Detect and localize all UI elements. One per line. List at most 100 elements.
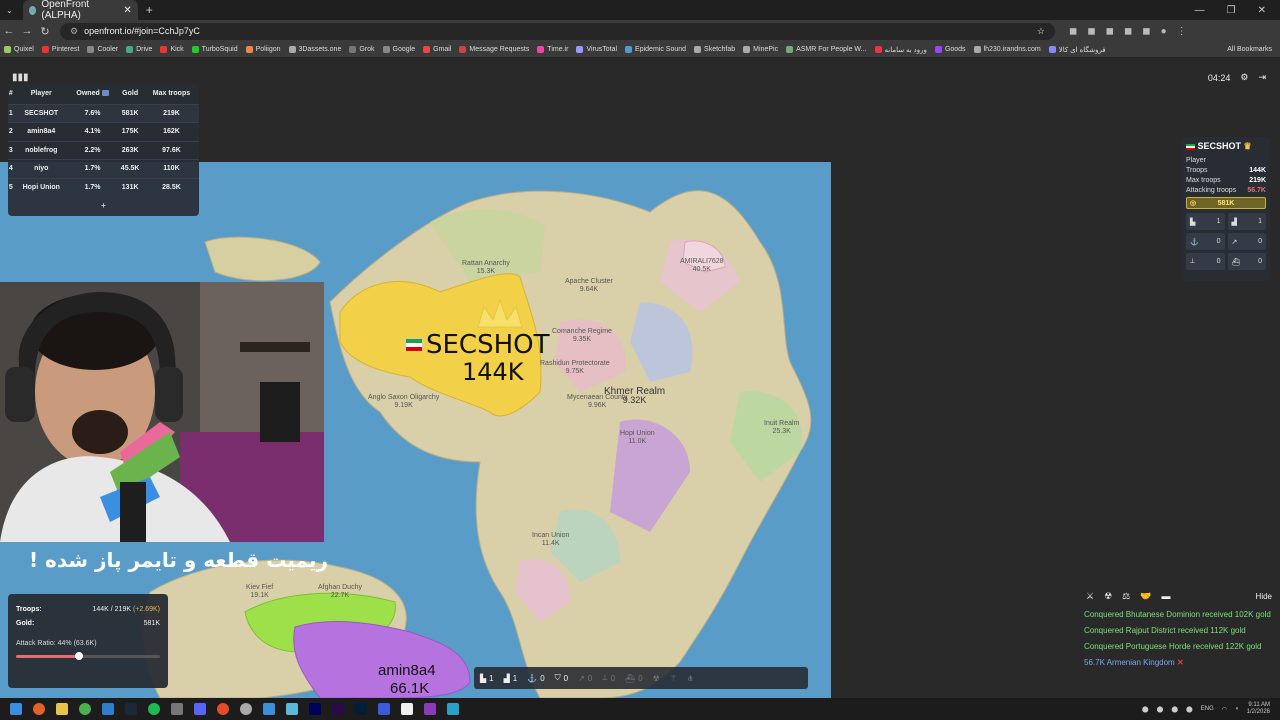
bookmark-item[interactable]: Epidemic Sound <box>625 46 686 53</box>
tray-icon[interactable]: ⬤ <box>1142 706 1149 713</box>
app-icon[interactable] <box>378 703 390 715</box>
reload-button[interactable]: ↻ <box>36 25 54 38</box>
close-window-button[interactable]: ✕ <box>1258 5 1266 16</box>
search-icon[interactable] <box>33 703 45 715</box>
volume-icon[interactable]: ◖ <box>1235 706 1239 712</box>
close-tab-icon[interactable]: ✕ <box>123 5 131 16</box>
mirv-icon[interactable]: ⋔ <box>687 674 694 683</box>
maximize-button[interactable]: ❐ <box>1227 5 1236 16</box>
bookmark-item[interactable]: 3Dassets.one <box>288 46 341 53</box>
region-label[interactable]: Incan Union 11.4K <box>532 532 569 548</box>
region-label[interactable]: Anglo Saxon Oligarchy 9.19K <box>368 394 439 410</box>
keyboard-language[interactable]: ENG <box>1201 706 1214 712</box>
extension-icon[interactable]: ◼ <box>1106 26 1114 37</box>
browser-tab[interactable]: OpenFront (ALPHA) ✕ <box>22 0 138 21</box>
bookmark-item[interactable]: Goods <box>934 46 966 53</box>
region-label[interactable]: AMIRALI7628 40.5K <box>680 258 724 274</box>
app-icon[interactable] <box>263 703 275 715</box>
bookmark-item[interactable]: Message Requests <box>459 46 529 53</box>
bookmark-item[interactable]: Poliigon <box>245 46 281 53</box>
build-port-button[interactable]: ⚓ 0 <box>527 674 544 683</box>
build-warship-button[interactable]: ⛴ 0 <box>625 674 643 683</box>
gear-icon[interactable]: ⚙ <box>1240 72 1248 83</box>
tray-icon[interactable]: ⬤ <box>1171 706 1178 713</box>
app-icon[interactable] <box>102 703 114 715</box>
site-info-icon[interactable]: ⚙ <box>70 26 78 37</box>
bookmark-item[interactable]: lh230.irandns.com <box>973 46 1041 53</box>
new-tab-button[interactable]: + <box>146 3 153 17</box>
minimize-button[interactable]: — <box>1195 5 1205 16</box>
photoshop-icon[interactable] <box>355 703 367 715</box>
attack-ratio-slider[interactable] <box>16 652 160 660</box>
wifi-icon[interactable]: ◠ <box>1222 706 1227 713</box>
region-label[interactable]: Inuit Realm 25.3K <box>764 420 799 436</box>
build-factory-button[interactable]: ▟ 1 <box>504 674 518 683</box>
region-label[interactable]: Comanche Regime 9.35K <box>552 328 612 344</box>
nuke-icon[interactable]: ☢ <box>653 674 660 683</box>
hydrogen-bomb-icon[interactable]: ⚚ <box>670 674 677 683</box>
address-bar[interactable]: ⚙ openfront.io/#join=CchJp7yC ☆ <box>60 22 1055 40</box>
bookmark-item[interactable]: ورود به سامانه <box>874 46 927 54</box>
app-icon[interactable] <box>171 703 183 715</box>
profile-icon[interactable]: ● <box>1161 26 1167 37</box>
build-defense-button[interactable]: ⛉ 0 <box>555 673 568 683</box>
column-header[interactable]: Player <box>14 84 69 104</box>
bookmark-item[interactable]: Pinterest <box>41 46 79 53</box>
column-header[interactable]: Gold <box>116 84 144 104</box>
build-sam-button[interactable]: ⟂ 0 <box>602 673 615 683</box>
menu-icon[interactable]: ⋮ <box>1177 26 1187 37</box>
show-more-button[interactable]: + <box>8 201 199 210</box>
app-icon[interactable] <box>424 703 436 715</box>
sword-icon[interactable]: ⚔ <box>1086 591 1094 602</box>
app-icon[interactable] <box>217 703 229 715</box>
hide-events-button[interactable]: Hide <box>1256 592 1272 601</box>
region-label[interactable]: Rashidun Protectorate 9.75K <box>540 360 610 376</box>
back-button[interactable]: ← <box>0 25 18 37</box>
column-header[interactable]: Owned <box>69 84 117 104</box>
bookmark-item[interactable]: فروشگاه ای کالا <box>1048 46 1106 54</box>
exit-icon[interactable]: ⇥ <box>1258 72 1266 83</box>
chrome-icon[interactable] <box>79 703 91 715</box>
forward-button[interactable]: → <box>18 25 36 37</box>
extension-icon[interactable]: ◼ <box>1142 26 1150 37</box>
bookmark-item[interactable]: MinePic <box>743 46 778 53</box>
region-label[interactable]: Hopi Union 11.0K <box>620 430 655 446</box>
steam-icon[interactable] <box>125 703 137 715</box>
bookmark-item[interactable]: Kick <box>160 46 184 53</box>
close-icon[interactable]: ✕ <box>1177 658 1184 667</box>
region-label[interactable]: Apache Cluster 9.64K <box>565 278 613 294</box>
region-label[interactable]: Khmer Realm 9.32K <box>604 387 665 405</box>
trade-icon[interactable]: ⚖ <box>1122 591 1130 602</box>
bookmark-star-icon[interactable]: ☆ <box>1037 26 1045 37</box>
windows-start-icon[interactable] <box>10 703 22 715</box>
tray-icon[interactable]: ⬤ <box>1186 706 1193 713</box>
leaderboard-row[interactable]: 4 niyo 1.7% 45.5K 110K <box>8 159 199 178</box>
chat-icon[interactable]: ▬ <box>1161 591 1170 601</box>
region-label[interactable]: Rattan Anarchy 15.3K <box>462 260 510 276</box>
extension-icon[interactable]: ◼ <box>1069 26 1077 37</box>
spotify-icon[interactable] <box>148 703 160 715</box>
bookmark-item[interactable]: Drive <box>126 46 152 53</box>
after-effects-icon[interactable] <box>309 703 321 715</box>
bookmark-item[interactable]: TurboSquid <box>191 46 238 53</box>
tab-list-icon[interactable]: ⌄ <box>6 6 13 15</box>
extension-icon[interactable]: ◼ <box>1087 26 1095 37</box>
nuke-icon[interactable]: ☢ <box>1104 591 1112 602</box>
bookmark-item[interactable]: Google <box>382 46 415 53</box>
leaderboard-row[interactable]: 1 SECSHOT 7.6% 581K 219K <box>8 103 199 123</box>
region-label[interactable]: Afghan Duchy 22.7K <box>318 584 362 600</box>
bookmark-item[interactable]: Time.ir <box>537 46 568 53</box>
premiere-icon[interactable] <box>332 703 344 715</box>
alliance-icon[interactable]: 🤝 <box>1140 591 1151 602</box>
slider-handle[interactable] <box>75 652 84 660</box>
app-icon[interactable] <box>286 703 298 715</box>
app-icon[interactable] <box>240 703 252 715</box>
tray-icon[interactable]: ⬤ <box>1157 706 1164 713</box>
bookmark-item[interactable]: Sketchfab <box>694 46 735 53</box>
bookmark-item[interactable]: ASMR For People W... <box>786 46 867 53</box>
leaderboard-row[interactable]: 3 noblefrog 2.2% 263K 97.6K <box>8 140 199 160</box>
extension-icon[interactable]: ◼ <box>1124 26 1132 37</box>
system-clock[interactable]: 9:11 AM 1/2/2026 <box>1247 702 1270 716</box>
leaderboard-row[interactable]: 2 amin8a4 4.1% 175K 162K <box>8 122 199 141</box>
incoming-attack-alert[interactable]: 56.7K Armenian Kingdom ✕ <box>1078 657 1272 668</box>
